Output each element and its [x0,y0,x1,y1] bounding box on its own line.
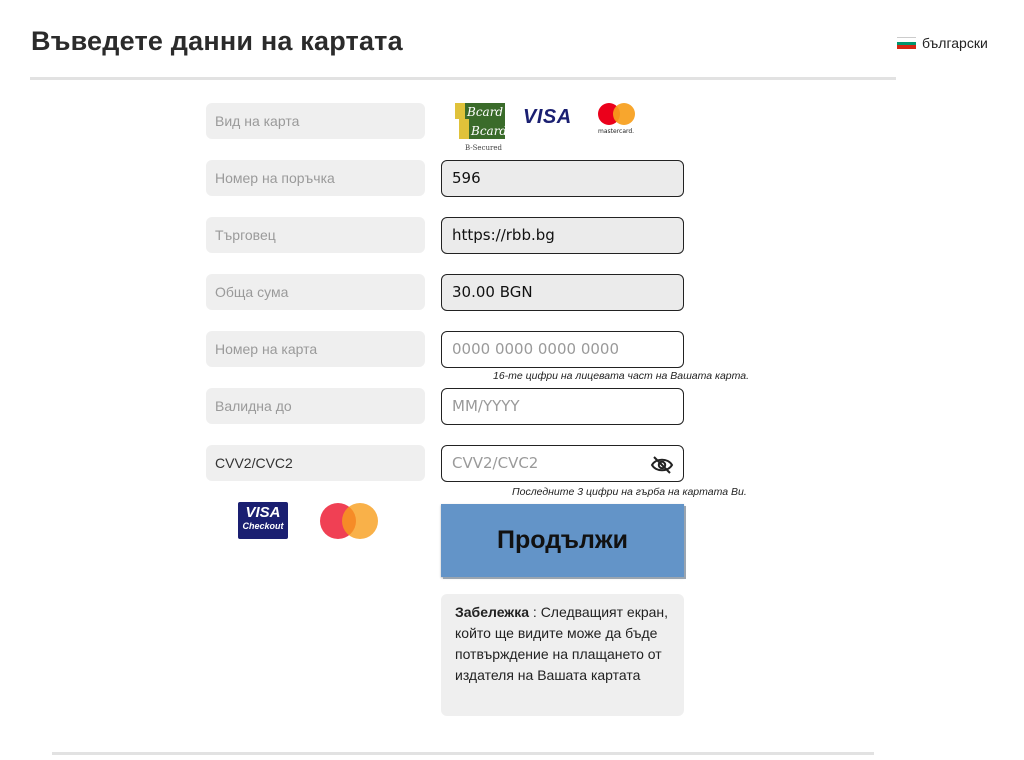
merchant-field: https://rbb.bg [441,217,684,254]
eye-off-icon[interactable] [650,453,674,487]
card-number-field[interactable] [441,331,684,368]
card-number-label: Номер на карта [206,331,425,367]
cvv-input[interactable] [452,447,642,479]
order-number-label: Номер на поръчка [206,160,425,196]
visa-checkout-line1: VISA [245,504,281,521]
mastercard-badge-icon [318,502,380,540]
expiry-field[interactable] [441,388,684,425]
page-title: Въведете данни на картата [31,26,403,56]
bcard-line1: Bcard [466,105,503,119]
note-heading: Забележка [455,604,530,620]
amount-label: Обща сума [206,274,425,310]
card-number-input[interactable] [452,333,642,365]
note-box: Забележка : Следващият екран, който ще в… [441,594,684,716]
language-label: български [922,35,988,51]
top-divider [30,77,896,80]
visa-checkout-line2: Checkout [242,521,284,531]
language-selector[interactable]: български [897,35,988,51]
continue-button[interactable]: Продължи [441,504,684,577]
mastercard-logo: mastercard. [596,102,640,136]
bottom-divider [52,752,874,755]
cvv-hint: Последните 3 цифри на гърба на картата В… [512,486,747,498]
visa-logo: VISA [523,106,572,128]
amount-field: 30.00 BGN [441,274,684,311]
bcard-logo: Bcard Bcard B-Secured [454,101,508,153]
bulgarian-flag-icon [897,37,916,50]
order-number-field: 596 [441,160,684,197]
bcard-line2: Bcard [470,124,507,138]
cvv-label: CVV2/CVC2 [206,445,425,481]
cvv-field[interactable] [441,445,684,482]
bcard-caption: B-Secured [465,144,502,152]
visa-checkout-badge: VISA Checkout [238,502,288,539]
card-type-label: Вид на карта [206,103,425,139]
expiry-input[interactable] [452,390,642,422]
expiry-label: Валидна до [206,388,425,424]
mastercard-text: mastercard. [598,128,634,135]
card-number-hint: 16-те цифри на лицевата част на Вашата к… [493,370,750,382]
merchant-label: Търговец [206,217,425,253]
